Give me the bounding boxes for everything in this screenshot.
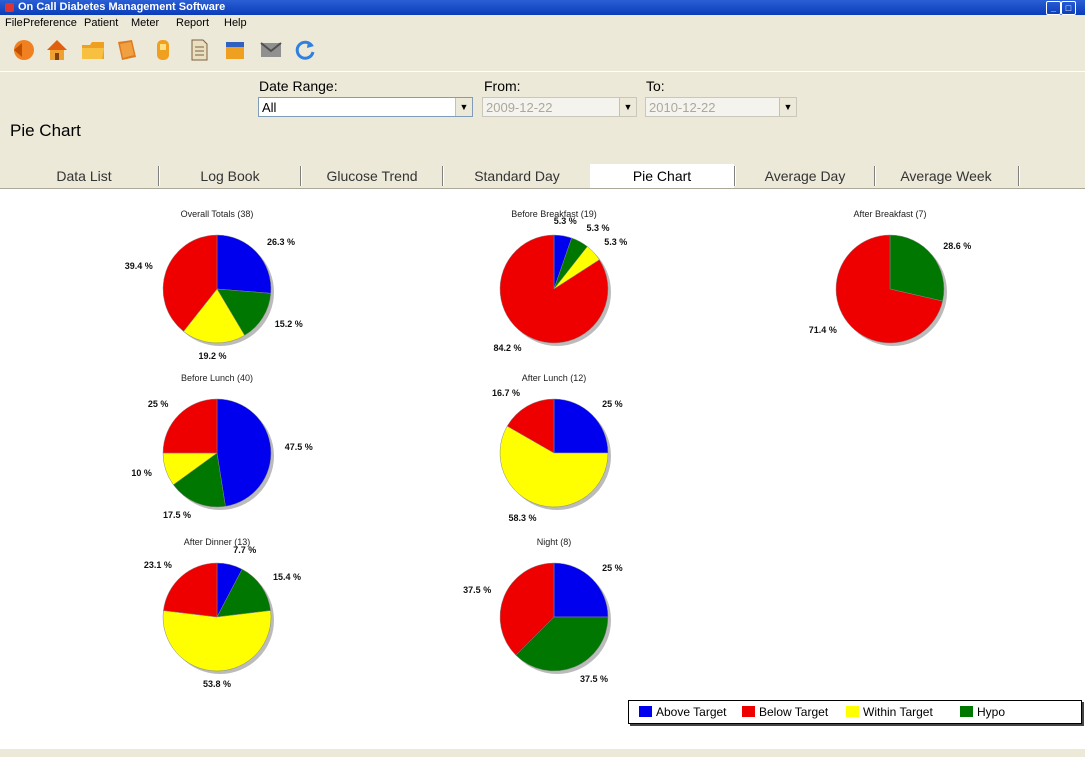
pie-slice-above-target bbox=[553, 398, 609, 454]
legend-item-above: Above Target bbox=[639, 704, 727, 720]
chevron-down-icon[interactable]: ▼ bbox=[619, 98, 636, 116]
date-range-value: All bbox=[262, 100, 277, 115]
pie-percent-label: 5.3 % bbox=[586, 223, 610, 234]
title-bar: On Call Diabetes Management Software _ □ bbox=[0, 0, 1085, 15]
email-icon[interactable] bbox=[258, 37, 284, 63]
pie-percent-label: 71.4 % bbox=[808, 325, 837, 336]
pie-title: After Lunch (12) bbox=[521, 373, 587, 383]
pie-percent-label: 47.5 % bbox=[284, 441, 313, 452]
status-bar bbox=[0, 749, 1085, 757]
refresh-icon[interactable] bbox=[292, 37, 318, 63]
chevron-down-icon[interactable]: ▼ bbox=[455, 98, 472, 116]
filter-header: Pie Chart Date Range: All ▼ From: 2009-1… bbox=[0, 71, 1085, 161]
tab-log-book[interactable]: Log Book bbox=[160, 164, 300, 188]
menu-bar: File Preference Patient Meter Report Hel… bbox=[0, 15, 1085, 31]
legend-item-below: Below Target bbox=[742, 704, 828, 720]
tab-average-week[interactable]: Average Week bbox=[876, 164, 1016, 188]
pie-percent-label: 7.7 % bbox=[233, 544, 257, 555]
legend-label: Within Target bbox=[863, 705, 933, 719]
legend-label: Above Target bbox=[656, 705, 727, 719]
back-icon[interactable] bbox=[10, 37, 36, 63]
chart-legend: Above Target Below Target Within Target … bbox=[628, 700, 1082, 724]
legend-label: Hypo bbox=[977, 705, 1006, 719]
pie-percent-label: 39.4 % bbox=[124, 260, 153, 271]
to-date-picker[interactable]: 2010-12-22 ▼ bbox=[645, 97, 797, 117]
pie-slice-below-target bbox=[162, 398, 218, 454]
pie-percent-label: 58.3 % bbox=[508, 512, 537, 523]
pie-chart bbox=[499, 398, 611, 510]
home-icon[interactable] bbox=[44, 37, 70, 63]
tab-separator bbox=[1018, 166, 1020, 186]
pie-title: After Breakfast (7) bbox=[853, 209, 927, 219]
menu-meter[interactable]: Meter bbox=[131, 15, 159, 31]
pie-percent-label: 37.5 % bbox=[463, 584, 492, 595]
pie-slice-above-target bbox=[216, 398, 272, 507]
pie-slice-below-target bbox=[163, 562, 218, 618]
pie-chart bbox=[499, 234, 611, 346]
pie-slice-above-target bbox=[553, 562, 609, 618]
pie-percent-label: 15.2 % bbox=[274, 318, 303, 329]
tab-pie-chart[interactable]: Pie Chart bbox=[590, 164, 734, 188]
meter-icon[interactable] bbox=[150, 37, 176, 63]
tab-standard-day[interactable]: Standard Day bbox=[444, 164, 590, 188]
pie-slice-above-target bbox=[216, 234, 272, 294]
tab-glucose-trend[interactable]: Glucose Trend bbox=[302, 164, 442, 188]
legend-item-hypo: Hypo bbox=[960, 704, 1005, 720]
menu-preference[interactable]: Preference bbox=[23, 15, 77, 31]
pie-percent-label: 19.2 % bbox=[198, 350, 227, 361]
tab-bar: Data List Log Book Glucose Trend Standar… bbox=[0, 160, 1085, 189]
menu-patient[interactable]: Patient bbox=[84, 15, 118, 31]
menu-file[interactable]: File bbox=[5, 15, 23, 31]
legend-label: Below Target bbox=[759, 705, 829, 719]
legend-swatch bbox=[960, 706, 973, 717]
date-range-select[interactable]: All ▼ bbox=[258, 97, 473, 117]
pie-chart bbox=[835, 234, 947, 346]
pie-chart bbox=[162, 562, 274, 674]
pie-percent-label: 15.4 % bbox=[273, 572, 302, 583]
pie-title: Before Lunch (40) bbox=[180, 373, 254, 383]
page-title: Pie Chart bbox=[10, 121, 81, 140]
menu-help[interactable]: Help bbox=[224, 15, 247, 31]
pie-title: Overall Totals (38) bbox=[180, 209, 254, 219]
toolbar bbox=[0, 31, 1085, 71]
date-range-label: Date Range: bbox=[259, 78, 338, 94]
notebook-icon[interactable] bbox=[222, 37, 248, 63]
pie-chart bbox=[162, 234, 274, 346]
maximize-icon[interactable]: □ bbox=[1061, 1, 1076, 15]
pie-percent-label: 5.3 % bbox=[553, 215, 577, 226]
minimize-icon[interactable]: _ bbox=[1046, 1, 1061, 15]
to-date-value: 2010-12-22 bbox=[649, 100, 716, 115]
pie-title: After Dinner (13) bbox=[183, 537, 251, 547]
from-date-picker[interactable]: 2009-12-22 ▼ bbox=[482, 97, 637, 117]
chevron-down-icon[interactable]: ▼ bbox=[779, 98, 796, 116]
folder-icon[interactable] bbox=[80, 37, 106, 63]
to-label: To: bbox=[646, 78, 665, 94]
from-date-value: 2009-12-22 bbox=[486, 100, 553, 115]
pie-chart-panel: Above Target Below Target Within Target … bbox=[0, 189, 1085, 749]
legend-item-within: Within Target bbox=[846, 704, 933, 720]
pie-slice-within-target bbox=[162, 610, 272, 672]
tab-average-day[interactable]: Average Day bbox=[736, 164, 874, 188]
pie-title: Night (8) bbox=[536, 537, 572, 547]
legend-swatch bbox=[639, 706, 652, 717]
window-title: On Call Diabetes Management Software bbox=[18, 1, 226, 13]
pie-percent-label: 53.8 % bbox=[203, 679, 232, 689]
tab-data-list[interactable]: Data List bbox=[10, 164, 158, 188]
book-icon[interactable] bbox=[114, 37, 140, 63]
pie-chart bbox=[499, 562, 611, 674]
from-label: From: bbox=[484, 78, 521, 94]
app-icon bbox=[5, 3, 14, 12]
menu-report[interactable]: Report bbox=[176, 15, 209, 31]
legend-swatch bbox=[742, 706, 755, 717]
pie-percent-label: 10 % bbox=[131, 468, 152, 478]
document-icon[interactable] bbox=[186, 37, 212, 63]
legend-swatch bbox=[846, 706, 859, 717]
pie-chart bbox=[162, 398, 274, 510]
